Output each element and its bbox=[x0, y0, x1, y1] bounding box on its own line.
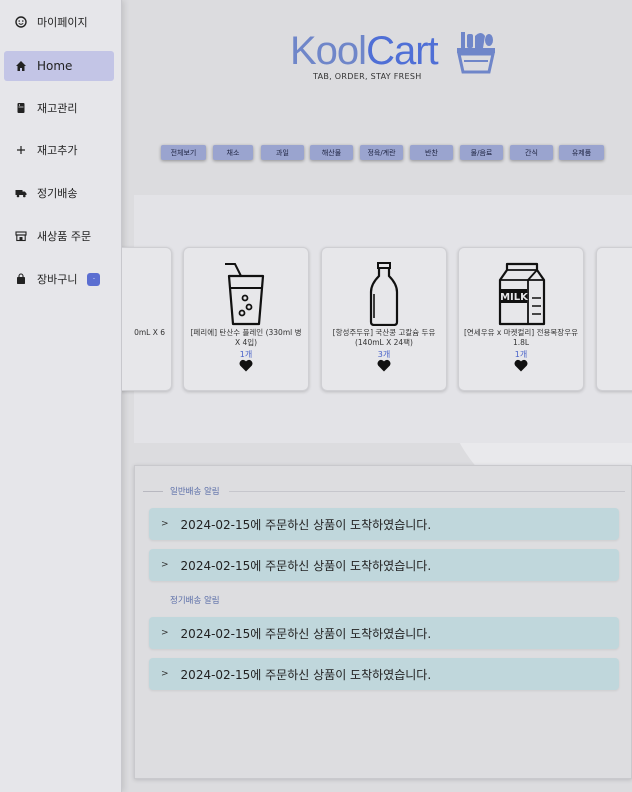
notification-text: 2024-02-15에 주문하신 상품이 도착하였습니다. bbox=[180, 517, 432, 532]
plus-icon bbox=[15, 144, 27, 156]
truck-icon bbox=[15, 187, 27, 199]
grocery-basket-icon bbox=[457, 32, 495, 74]
sidebar-item-regular-delivery[interactable]: 정기배송 bbox=[4, 178, 114, 208]
logo-text: KoolCart bbox=[290, 29, 439, 73]
chevron-right-icon: > bbox=[161, 628, 169, 638]
heart-icon[interactable] bbox=[239, 359, 253, 372]
sidebar: 마이페이지 Home 재고관리 재고추가 정기배송 새상품 주문 장바구니 · bbox=[0, 0, 122, 792]
sidebar-item-label: Home bbox=[37, 59, 73, 73]
milk-carton-icon: MILK bbox=[498, 262, 546, 326]
fridge-icon bbox=[15, 102, 27, 114]
sidebar-item-new-order[interactable]: 새상품 주문 bbox=[4, 221, 114, 251]
chevron-right-icon: > bbox=[161, 560, 169, 570]
sparkling-drink-icon bbox=[225, 263, 265, 326]
logo-tagline: TAB, ORDER, STAY FRESH bbox=[313, 72, 422, 81]
sidebar-item-label: 새상품 주문 bbox=[37, 230, 92, 243]
notification-text: 2024-02-15에 주문하신 상품이 도착하였습니다. bbox=[180, 558, 432, 573]
general-delivery-title: 일반배송 알림 bbox=[170, 487, 220, 497]
sidebar-item-add-inventory[interactable]: 재고추가 bbox=[4, 135, 114, 165]
product-name: 0mL X 6 bbox=[134, 328, 165, 337]
divider bbox=[143, 491, 163, 492]
product-card[interactable] bbox=[596, 247, 632, 391]
notification-text: 2024-02-15에 주문하신 상품이 도착하였습니다. bbox=[180, 626, 432, 641]
logo: KoolCart TAB, ORDER, STAY FRESH bbox=[290, 28, 510, 84]
sidebar-item-label: 정기배송 bbox=[37, 187, 78, 200]
category-meat-eggs[interactable]: 정육/계란 bbox=[360, 145, 403, 160]
category-all[interactable]: 전체보기 bbox=[161, 145, 206, 160]
sidebar-item-label: 재고추가 bbox=[37, 144, 78, 157]
product-name: [항성주두유] 국산콩 고칼슘 두유 (140mL X 24팩) bbox=[332, 328, 436, 347]
notification-row[interactable]: > 2024-02-15에 주문하신 상품이 도착하였습니다. bbox=[149, 549, 619, 581]
product-card[interactable]: [항성주두유] 국산콩 고칼슘 두유 (140mL X 24팩) 3개 bbox=[321, 247, 447, 391]
category-snacks[interactable]: 간식 bbox=[510, 145, 553, 160]
category-seafood[interactable]: 해산물 bbox=[310, 145, 353, 160]
heart-icon[interactable] bbox=[514, 359, 528, 372]
sidebar-item-inventory[interactable]: 재고관리 bbox=[4, 93, 114, 123]
chevron-right-icon: > bbox=[161, 519, 169, 529]
sidebar-item-cart[interactable]: 장바구니 · bbox=[4, 264, 114, 294]
notification-row[interactable]: > 2024-02-15에 주문하신 상품이 도착하였습니다. bbox=[149, 617, 619, 649]
sidebar-item-label: 장바구니 bbox=[37, 273, 78, 286]
category-side-dishes[interactable]: 반찬 bbox=[410, 145, 453, 160]
divider bbox=[229, 491, 625, 492]
category-dairy[interactable]: 유제품 bbox=[559, 145, 604, 160]
category-fruits[interactable]: 과일 bbox=[261, 145, 304, 160]
notification-panel: 일반배송 알림 > 2024-02-15에 주문하신 상품이 도착하였습니다. … bbox=[134, 465, 632, 779]
cart-badge: · bbox=[87, 272, 101, 286]
category-drinks[interactable]: 물/음료 bbox=[460, 145, 503, 160]
chevron-right-icon: > bbox=[161, 669, 169, 679]
sidebar-item-label: 재고관리 bbox=[37, 102, 78, 115]
shopping-bag-icon bbox=[15, 273, 27, 285]
smiley-icon bbox=[15, 16, 27, 28]
product-name: [페리에] 탄산수 플레인 (330ml 병 X 4입) bbox=[190, 328, 302, 347]
product-card[interactable]: 0mL X 6 bbox=[122, 247, 172, 391]
sidebar-item-mypage[interactable]: 마이페이지 bbox=[4, 7, 114, 37]
category-vegetables[interactable]: 채소 bbox=[213, 145, 253, 160]
notification-row[interactable]: > 2024-02-15에 주문하신 상품이 도착하였습니다. bbox=[149, 508, 619, 540]
milk-bottle-icon bbox=[369, 262, 399, 326]
svg-text:MILK: MILK bbox=[500, 292, 529, 303]
sidebar-item-home[interactable]: Home bbox=[4, 51, 114, 81]
sidebar-item-label: 마이페이지 bbox=[37, 16, 88, 29]
store-icon bbox=[15, 230, 27, 242]
notification-text: 2024-02-15에 주문하신 상품이 도착하였습니다. bbox=[180, 667, 432, 682]
regular-delivery-title: 정기배송 알림 bbox=[170, 596, 220, 606]
product-name: [연세우유 x 마켓컬리] 전용목장우유 1.8L bbox=[463, 328, 579, 347]
home-icon bbox=[15, 60, 27, 72]
main-content: KoolCart TAB, ORDER, STAY FRESH 전체보기 채소 … bbox=[122, 0, 632, 792]
product-card[interactable]: [페리에] 탄산수 플레인 (330ml 병 X 4입) 1개 bbox=[183, 247, 309, 391]
notification-row[interactable]: > 2024-02-15에 주문하신 상품이 도착하였습니다. bbox=[149, 658, 619, 690]
product-card[interactable]: MILK [연세우유 x 마켓컬리] 전용목장우유 1.8L 1개 bbox=[458, 247, 584, 391]
heart-icon[interactable] bbox=[377, 359, 391, 372]
